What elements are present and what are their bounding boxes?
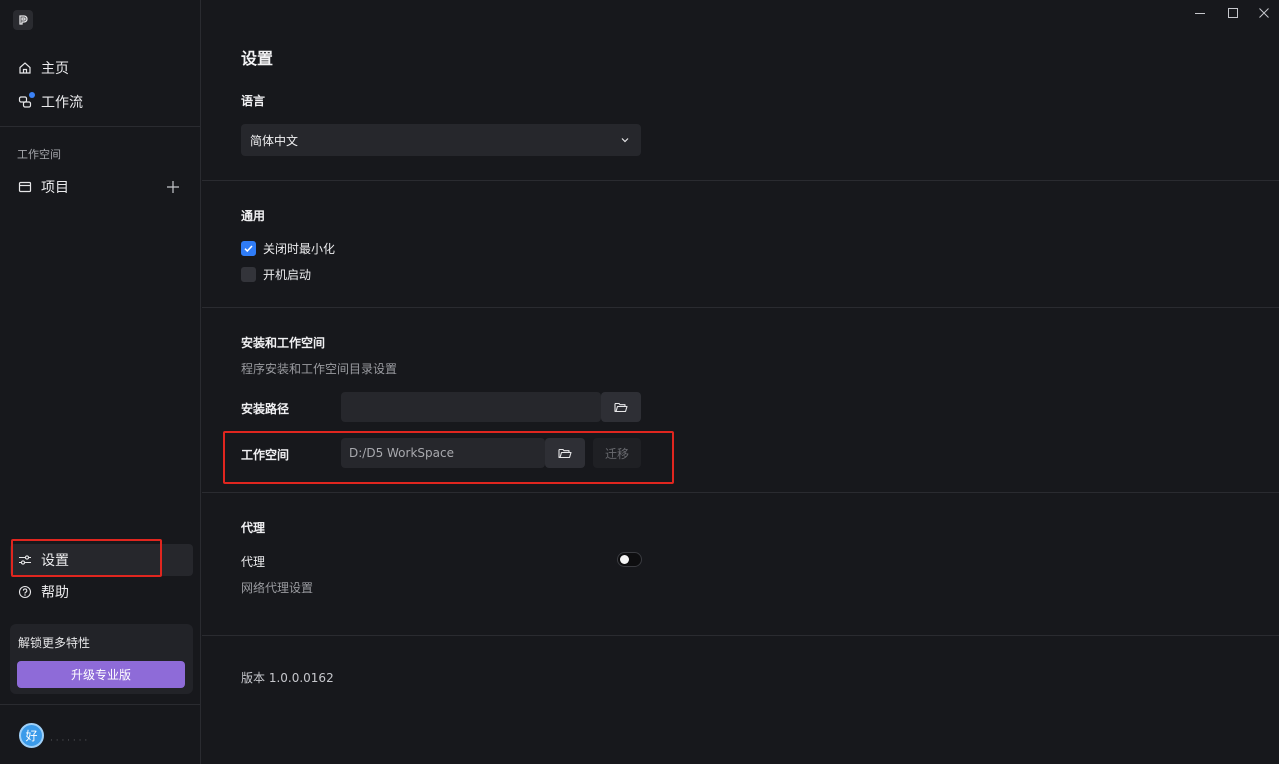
proxy-label: 代理 bbox=[241, 555, 266, 569]
notification-dot bbox=[29, 92, 35, 98]
workspace-section-title: 工作空间 bbox=[17, 148, 61, 161]
checkbox-label: 开机启动 bbox=[263, 267, 312, 282]
workspace-path-input[interactable]: D:/D5 WorkSpace bbox=[341, 438, 545, 468]
install-path-browse-button[interactable] bbox=[601, 392, 641, 422]
help-icon bbox=[18, 585, 32, 599]
language-select-value: 简体中文 bbox=[250, 133, 299, 148]
launch-on-startup-checkbox[interactable] bbox=[241, 266, 256, 282]
app-logo-icon bbox=[13, 10, 33, 30]
upgrade-card: 解锁更多特性 升级专业版 bbox=[10, 624, 193, 694]
sidebar-divider bbox=[0, 126, 200, 127]
section-divider bbox=[202, 492, 1279, 493]
workflow-icon bbox=[18, 92, 35, 109]
section-divider bbox=[202, 635, 1279, 636]
upgrade-title: 解锁更多特性 bbox=[18, 636, 91, 650]
add-project-button[interactable] bbox=[164, 178, 182, 196]
avatar[interactable]: 好 bbox=[19, 723, 44, 748]
migrate-workspace-button[interactable]: 迁移 bbox=[593, 438, 641, 468]
sidebar-item-settings[interactable]: 设置 bbox=[10, 544, 193, 576]
language-section-title: 语言 bbox=[241, 94, 266, 108]
upgrade-pro-button[interactable]: 升级专业版 bbox=[17, 661, 185, 688]
launch-on-startup-option[interactable]: 开机启动 bbox=[241, 266, 311, 282]
install-section-description: 程序安装和工作空间目录设置 bbox=[241, 362, 398, 376]
section-divider bbox=[202, 180, 1279, 181]
page-title: 设置 bbox=[241, 49, 274, 68]
sidebar-item-home[interactable]: 主页 bbox=[10, 52, 193, 84]
home-icon bbox=[18, 61, 32, 75]
app-window: 主页 工作流 工作空间 项目 设置 帮助 解锁更多特性 升级专业版 好 · · … bbox=[0, 0, 1279, 764]
toggle-knob bbox=[620, 555, 629, 564]
sidebar-item-label: 设置 bbox=[41, 553, 69, 569]
sidebar-item-label: 帮助 bbox=[41, 585, 69, 601]
general-section-title: 通用 bbox=[241, 209, 266, 223]
install-path-label: 安装路径 bbox=[241, 402, 290, 416]
minimize-on-close-option[interactable]: 关闭时最小化 bbox=[241, 240, 335, 256]
language-select[interactable]: 简体中文 bbox=[241, 124, 641, 156]
user-name: · · · · · · · bbox=[50, 736, 88, 746]
sidebar-item-projects[interactable]: 项目 bbox=[10, 171, 150, 203]
checkbox-label: 关闭时最小化 bbox=[263, 241, 336, 256]
proxy-description: 网络代理设置 bbox=[241, 581, 314, 595]
sliders-icon bbox=[18, 553, 32, 567]
sidebar-item-label: 项目 bbox=[41, 180, 69, 196]
folder-open-icon bbox=[558, 448, 572, 459]
sidebar-item-workflow[interactable]: 工作流 bbox=[10, 86, 193, 118]
sidebar-item-label: 工作流 bbox=[41, 95, 83, 111]
workspace-browse-button[interactable] bbox=[545, 438, 585, 468]
sidebar-item-help[interactable]: 帮助 bbox=[10, 576, 193, 608]
folder-tab-icon bbox=[18, 180, 32, 194]
folder-open-icon bbox=[614, 402, 628, 413]
plus-icon bbox=[167, 181, 179, 193]
sidebar-item-label: 主页 bbox=[41, 61, 69, 77]
proxy-section-title: 代理 bbox=[241, 521, 266, 535]
install-path-input[interactable] bbox=[341, 392, 601, 422]
install-section-title: 安装和工作空间 bbox=[241, 336, 326, 350]
version-text: 版本 1.0.0.0162 bbox=[241, 671, 334, 685]
sidebar-divider bbox=[0, 704, 200, 705]
workspace-label: 工作空间 bbox=[241, 448, 290, 462]
settings-main: 设置 语言 简体中文 通用 关闭时最小化 开机启动 安装和工作空间 程序安装和工… bbox=[202, 0, 1279, 764]
section-divider bbox=[202, 307, 1279, 308]
minimize-on-close-checkbox[interactable] bbox=[241, 240, 256, 256]
proxy-toggle[interactable] bbox=[617, 552, 642, 567]
chevron-down-icon bbox=[621, 138, 629, 143]
check-icon bbox=[244, 244, 253, 252]
sidebar: 主页 工作流 工作空间 项目 设置 帮助 解锁更多特性 升级专业版 好 · · … bbox=[0, 0, 201, 764]
